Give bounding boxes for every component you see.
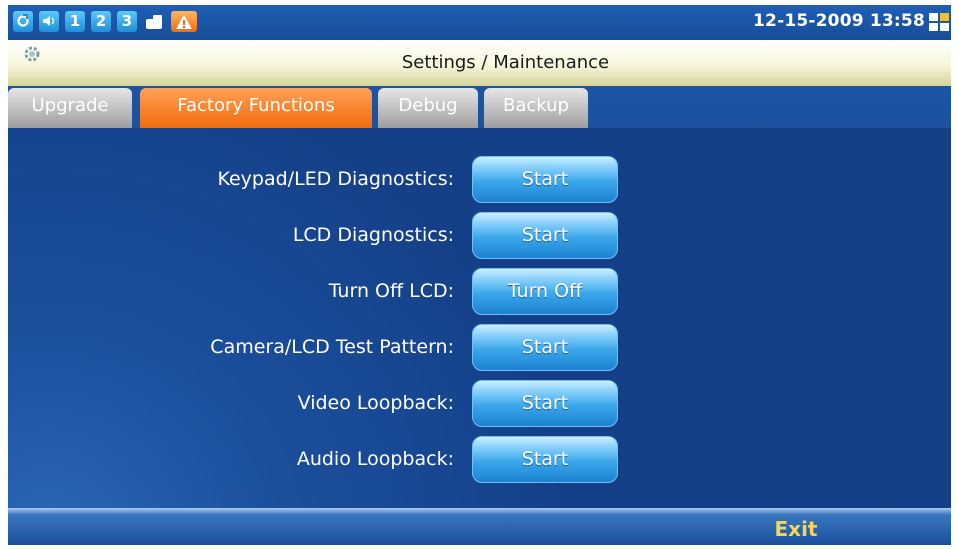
video-loopback-start-button[interactable]: Start [472, 380, 618, 427]
exit-softkey-button[interactable]: Exit [756, 517, 836, 541]
network-status-icon [929, 13, 949, 31]
refresh-icon[interactable] [13, 11, 33, 32]
keypad-led-diagnostics-start-button[interactable]: Start [472, 156, 618, 203]
status-datetime: 12-15-2009 13:58 [753, 11, 925, 31]
account-3-number: 3 [121, 12, 133, 30]
keypad-led-diagnostics-label: Keypad/LED Diagnostics: [217, 168, 454, 190]
turn-off-lcd-label: Turn Off LCD: [328, 280, 454, 302]
alert-icon[interactable] [171, 11, 197, 32]
tab-debug[interactable]: Debug [378, 88, 478, 128]
speaker-icon[interactable] [39, 11, 59, 32]
page-title: Settings / Maintenance [401, 52, 610, 73]
tab-backup[interactable]: Backup [484, 88, 588, 128]
factory-functions-panel: Keypad/LED Diagnostics: Start LCD Diagno… [8, 128, 951, 508]
account-1-icon[interactable]: 1 [65, 11, 85, 32]
audio-loopback-start-button[interactable]: Start [472, 436, 618, 483]
title-bar: Settings / Maintenance [8, 40, 951, 86]
turn-off-lcd-button[interactable]: Turn Off [472, 268, 618, 315]
lcd-diagnostics-label: LCD Diagnostics: [292, 224, 454, 246]
status-bar: 1 2 3 12-15-2009 13:58 [8, 5, 951, 40]
tab-upgrade[interactable]: Upgrade [8, 88, 132, 128]
video-loopback-label: Video Loopback: [297, 392, 454, 414]
bottom-softkey-bar: Exit [8, 508, 951, 545]
camera-lcd-test-pattern-label: Camera/LCD Test Pattern: [210, 336, 454, 358]
tab-bar: Upgrade Factory Functions Debug Backup [8, 88, 951, 128]
device-screen: 1 2 3 12-15-2009 13:58 Settings / Mainte… [8, 5, 951, 545]
account-3-icon[interactable]: 3 [117, 11, 137, 32]
camera-icon[interactable] [143, 11, 167, 32]
tab-factory-functions[interactable]: Factory Functions [140, 88, 372, 128]
audio-loopback-label: Audio Loopback: [296, 448, 454, 470]
lcd-diagnostics-start-button[interactable]: Start [472, 212, 618, 259]
account-2-icon[interactable]: 2 [91, 11, 111, 32]
account-2-number: 2 [95, 12, 107, 30]
account-1-number: 1 [69, 12, 81, 30]
camera-lcd-test-pattern-start-button[interactable]: Start [472, 324, 618, 371]
